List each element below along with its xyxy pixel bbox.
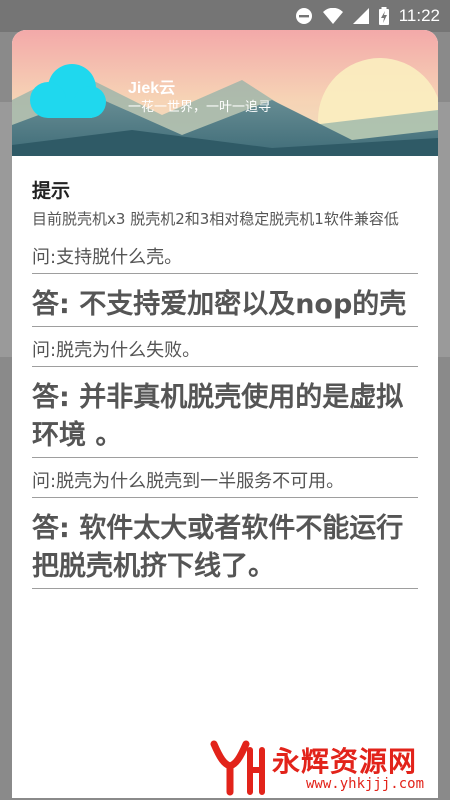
signal-icon [352, 8, 369, 24]
do-not-disturb-icon [295, 8, 312, 24]
question-1: 问:支持脱什么壳。 [32, 244, 418, 274]
question-3: 问:脱壳为什么脱壳到一半服务不可用。 [32, 468, 418, 498]
watermark-text: 永辉资源网 [272, 745, 418, 778]
wifi-icon [322, 8, 343, 24]
notice-text: 目前脱壳机x3 脱壳机2和3相对稳定脱壳机1软件兼容低 [32, 210, 399, 228]
app-slogan: 一花一世界，一叶一追寻 [128, 100, 272, 115]
watermark: 永辉资源网 www.yhkjjj.com [206, 736, 446, 796]
header-banner: Jiek云 一花一世界，一叶一追寻 [12, 30, 438, 156]
status-bar: 11:22 [0, 0, 450, 32]
hint-dialog: Jiek云 一花一世界，一叶一追寻 提示 目前脱壳机x3 脱壳机2和3相对稳定脱… [12, 30, 438, 798]
dialog-title: 提示 [32, 180, 71, 202]
answer-2: 答: 并非真机脱壳使用的是虚拟环境 。 [32, 379, 418, 458]
answer-1: 答: 不支持爱加密以及nop的壳 [32, 286, 418, 327]
answer-3: 答: 软件太大或者软件不能运行把脱壳机挤下线了。 [32, 510, 418, 589]
app-name: Jiek云 [128, 80, 176, 97]
watermark-logo-icon [210, 740, 265, 796]
clock: 11:22 [398, 6, 440, 25]
cloud-logo-icon [30, 64, 106, 118]
question-2: 问:脱壳为什么失败。 [32, 337, 418, 367]
battery-charging-icon [378, 7, 389, 25]
watermark-url: www.yhkjjj.com [306, 776, 425, 792]
status-icons: 11:22 [295, 5, 440, 27]
dialog-content: 提示 目前脱壳机x3 脱壳机2和3相对稳定脱壳机1软件兼容低 问:支持脱什么壳。… [32, 176, 418, 599]
